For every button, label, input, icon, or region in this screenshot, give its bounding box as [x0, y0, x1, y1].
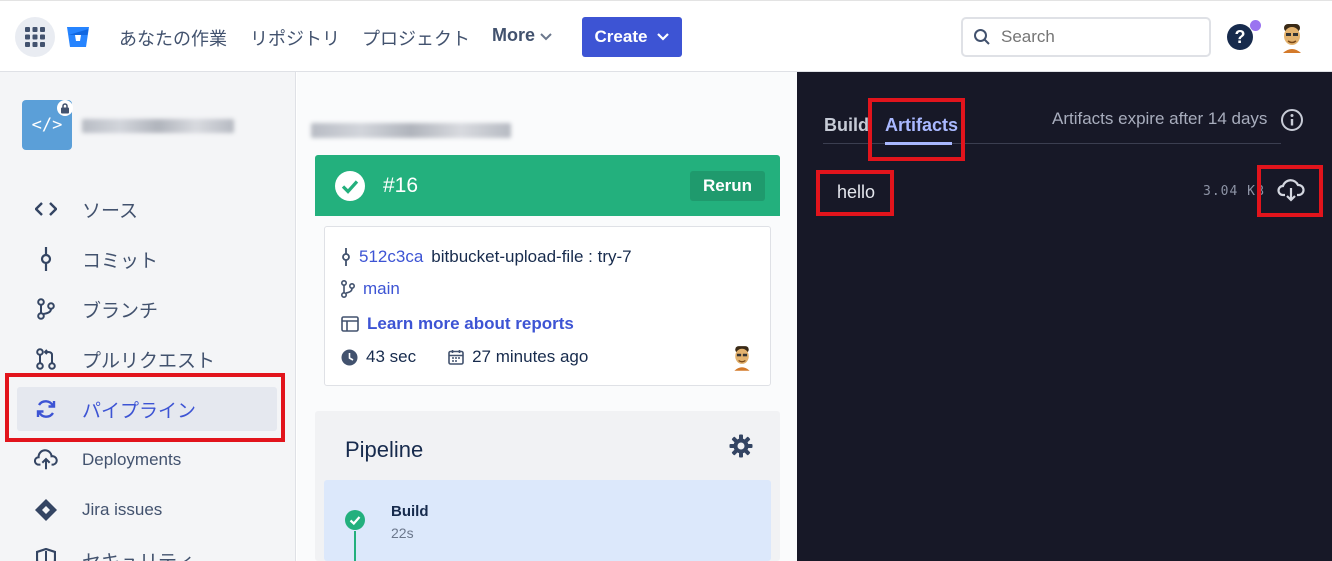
shield-icon	[34, 548, 58, 561]
sidebar-item-pull-requests[interactable]: プルリクエスト	[22, 337, 282, 381]
nav-repositories[interactable]: リポジトリ	[250, 25, 340, 51]
sidebar-item-label: プルリクエスト	[82, 350, 216, 372]
active-tab-indicator	[885, 142, 952, 145]
cloud-download-icon[interactable]	[1277, 178, 1305, 202]
step-name: Build	[391, 503, 429, 520]
artifacts-panel: Build Artifacts Artifacts expire after 1…	[797, 72, 1332, 561]
code-icon	[34, 197, 58, 221]
reports-row: Learn more about reports	[341, 314, 574, 334]
sidebar-item-deployments[interactable]: Deployments	[22, 438, 282, 482]
committer-avatar-icon[interactable]	[731, 345, 753, 371]
chevron-down-icon	[540, 33, 552, 41]
nav-projects[interactable]: プロジェクト	[362, 25, 470, 51]
step-connector-line	[354, 531, 356, 561]
chevron-down-icon	[657, 33, 670, 41]
sidebar-item-commits[interactable]: コミット	[22, 237, 282, 281]
jira-icon	[34, 498, 58, 522]
success-check-icon	[335, 170, 365, 201]
nav-more-label: More	[492, 25, 536, 45]
lock-icon	[57, 100, 73, 116]
create-button-label: Create	[594, 27, 648, 46]
svg-text:?: ?	[1235, 27, 1246, 47]
tab-artifacts[interactable]: Artifacts	[885, 115, 958, 136]
search-input[interactable]	[1001, 27, 1191, 47]
sidebar-item-label: セキュリティ	[82, 547, 195, 561]
commit-icon	[342, 248, 350, 266]
pipeline-breadcrumb-redacted	[311, 123, 511, 138]
app-switcher-button[interactable]	[15, 17, 55, 57]
pipeline-step-build[interactable]: Build 22s	[324, 480, 771, 561]
grid-icon	[25, 27, 45, 47]
nav-your-work[interactable]: あなたの作業	[119, 25, 227, 51]
sidebar-item-security[interactable]: セキュリティ	[22, 538, 282, 561]
run-number: #16	[383, 173, 419, 197]
repository-name-redacted[interactable]	[82, 119, 234, 133]
pull-request-icon	[34, 347, 58, 371]
branch-row: main	[341, 279, 400, 299]
run-info-card: 512c3ca bitbucket-upload-file : try-7 ma…	[324, 226, 771, 386]
sidebar-item-label: Jira issues	[82, 500, 163, 519]
commit-hash-link[interactable]: 512c3ca	[359, 247, 423, 267]
top-navigation: あなたの作業 リポジトリ プロジェクト More Create ?	[0, 0, 1332, 72]
user-avatar-icon[interactable]	[1279, 23, 1305, 53]
sidebar-item-label: ソース	[82, 200, 139, 222]
sidebar-item-label: ブランチ	[82, 300, 159, 322]
search-icon	[974, 29, 990, 45]
calendar-icon	[448, 350, 464, 365]
artifact-name[interactable]: hello	[837, 182, 875, 203]
report-icon	[341, 316, 359, 332]
artifacts-expire-note: Artifacts expire after 14 days	[1052, 109, 1268, 128]
commit-row: 512c3ca bitbucket-upload-file : try-7	[341, 247, 632, 267]
learn-more-reports-link[interactable]: Learn more about reports	[367, 314, 574, 334]
nav-more-dropdown[interactable]: More	[492, 25, 552, 46]
sidebar-item-source[interactable]: ソース	[22, 187, 282, 231]
search-box[interactable]	[961, 17, 1211, 57]
pipeline-title: Pipeline	[345, 437, 424, 462]
branch-icon	[34, 297, 58, 321]
branch-link[interactable]: main	[363, 279, 400, 299]
sidebar-item-label: コミット	[82, 250, 159, 272]
run-status-banner: #16 Rerun	[315, 155, 780, 216]
commit-icon	[34, 247, 58, 271]
bitbucket-logo-icon[interactable]	[66, 26, 90, 48]
tab-build[interactable]: Build	[824, 115, 869, 136]
rerun-button[interactable]: Rerun	[690, 171, 765, 201]
cloud-upload-icon	[34, 448, 58, 472]
commit-message: bitbucket-upload-file : try-7	[431, 247, 632, 266]
branch-icon	[341, 280, 355, 298]
create-button[interactable]: Create	[582, 17, 682, 57]
step-success-icon	[345, 510, 365, 530]
sidebar-item-label: Deployments	[82, 450, 182, 469]
duration-row: 43 sec 27 minutes ago	[341, 347, 588, 367]
sidebar-item-branches[interactable]: ブランチ	[22, 287, 282, 331]
sidebar-item-jira-issues[interactable]: Jira issues	[22, 488, 282, 532]
run-time-ago: 27 minutes ago	[472, 347, 589, 366]
pipeline-icon	[34, 397, 58, 421]
sidebar-item-label: パイプライン	[82, 400, 197, 422]
info-icon[interactable]	[1280, 108, 1304, 132]
artifact-size: 3.04 KB	[1203, 184, 1265, 199]
sidebar: </> ソース コミット ブランチ プルリクエスト パイプライン Deploym…	[0, 72, 296, 561]
clock-icon	[341, 349, 358, 365]
pipeline-card: Pipeline Build 22s	[315, 411, 780, 561]
sidebar-item-pipelines[interactable]: パイプライン	[17, 387, 277, 431]
step-duration: 22s	[391, 525, 414, 541]
notification-dot	[1250, 20, 1261, 31]
run-duration: 43 sec	[366, 347, 417, 366]
gear-icon[interactable]	[729, 434, 753, 458]
